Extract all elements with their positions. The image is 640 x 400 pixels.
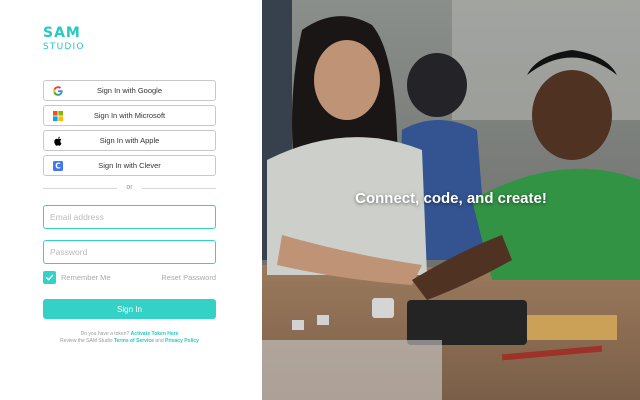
microsoft-signin-label: Sign In with Microsoft (93, 111, 166, 120)
remember-me-row: Remember Me (43, 271, 111, 284)
svg-text:C: C (55, 162, 61, 171)
or-label: or (126, 184, 133, 191)
privacy-policy-link[interactable]: Privacy Policy (165, 338, 199, 344)
login-panel: SAM STUDIO Sign In with Google Sign In w… (0, 0, 262, 400)
apple-signin-label: Sign In with Apple (99, 136, 160, 145)
remember-me-label: Remember Me (61, 273, 111, 282)
clever-signin-button[interactable]: C Sign In with Clever (43, 155, 216, 176)
or-divider: or (43, 183, 216, 193)
terms-of-service-link[interactable]: Terms of Service (114, 338, 154, 344)
clever-icon: C (53, 161, 63, 171)
password-field[interactable] (43, 240, 216, 264)
microsoft-signin-button[interactable]: Sign In with Microsoft (43, 105, 216, 126)
legal-prefix: Review the SAM Studio (60, 338, 113, 344)
remember-me-checkbox[interactable] (43, 271, 56, 284)
google-signin-button[interactable]: Sign In with Google (43, 80, 216, 101)
legal-line: Review the SAM Studio Terms of Service a… (43, 337, 216, 345)
hero-photo-panel: Connect, code, and create! (262, 0, 640, 400)
email-field[interactable] (43, 205, 216, 229)
sam-studio-logo: SAM STUDIO (43, 26, 103, 56)
logo-sam-text: SAM (43, 25, 81, 41)
apple-signin-button[interactable]: Sign In with Apple (43, 130, 216, 151)
reset-password-link[interactable]: Reset Password (161, 273, 216, 282)
sign-in-button[interactable]: Sign In (43, 299, 216, 319)
logo-studio-text: STUDIO (43, 42, 85, 52)
clever-signin-label: Sign In with Clever (98, 161, 161, 170)
hero-tagline: Connect, code, and create! (355, 190, 547, 207)
google-icon (53, 86, 63, 96)
legal-and: and (155, 338, 164, 344)
google-signin-label: Sign In with Google (96, 86, 163, 95)
apple-icon (53, 136, 63, 146)
microsoft-icon (53, 111, 63, 121)
checkmark-icon (45, 274, 54, 281)
